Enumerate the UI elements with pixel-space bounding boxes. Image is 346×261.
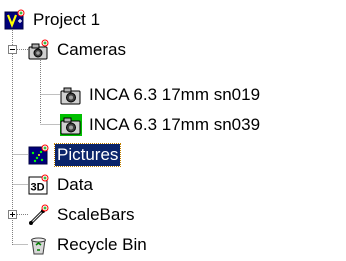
- minus-icon: [10, 49, 15, 50]
- plus-icon-v: [12, 212, 13, 217]
- cameras-folder-icon: [28, 39, 50, 61]
- tree-node-label: INCA 6.3 17mm sn039: [89, 115, 261, 134]
- project-tree-view[interactable]: Project 1 Cameras INCA 6.3 17mm sn019 IN…: [0, 0, 346, 261]
- scalebars-expand-toggle[interactable]: [8, 210, 17, 219]
- tree-node-label: Data: [57, 175, 93, 194]
- svg-text:3D: 3D: [31, 182, 45, 194]
- tree-node-project[interactable]: Project 1: [4, 8, 102, 32]
- tree-node-label: INCA 6.3 17mm sn019: [89, 85, 261, 104]
- 3d-data-icon: 3D: [28, 174, 50, 196]
- tree-node-label: Recycle Bin: [57, 235, 147, 254]
- tree-node-data[interactable]: 3D Data: [28, 173, 95, 197]
- tree-node-cameras[interactable]: Cameras: [28, 38, 128, 62]
- tree-node-label: Cameras: [57, 40, 126, 59]
- tree-node-camera-sn039[interactable]: INCA 6.3 17mm sn039: [60, 113, 262, 137]
- recycle-bin-icon: [28, 234, 50, 256]
- tree-node-label: ScaleBars: [57, 205, 135, 224]
- project-icon: [4, 9, 26, 31]
- pictures-icon: [28, 144, 50, 166]
- cameras-collapse-toggle[interactable]: [8, 45, 17, 54]
- camera-icon: [60, 84, 82, 106]
- scalebar-icon: [28, 204, 50, 226]
- tree-node-scalebars[interactable]: ScaleBars: [28, 203, 136, 227]
- tree-node-camera-sn019[interactable]: INCA 6.3 17mm sn019: [60, 83, 262, 107]
- tree-node-label: Pictures: [53, 143, 122, 167]
- tree-node-label: Project 1: [33, 10, 101, 29]
- camera-icon: [60, 114, 82, 136]
- tree-node-recycle-bin[interactable]: Recycle Bin: [28, 233, 149, 257]
- tree-node-pictures[interactable]: Pictures: [28, 143, 122, 167]
